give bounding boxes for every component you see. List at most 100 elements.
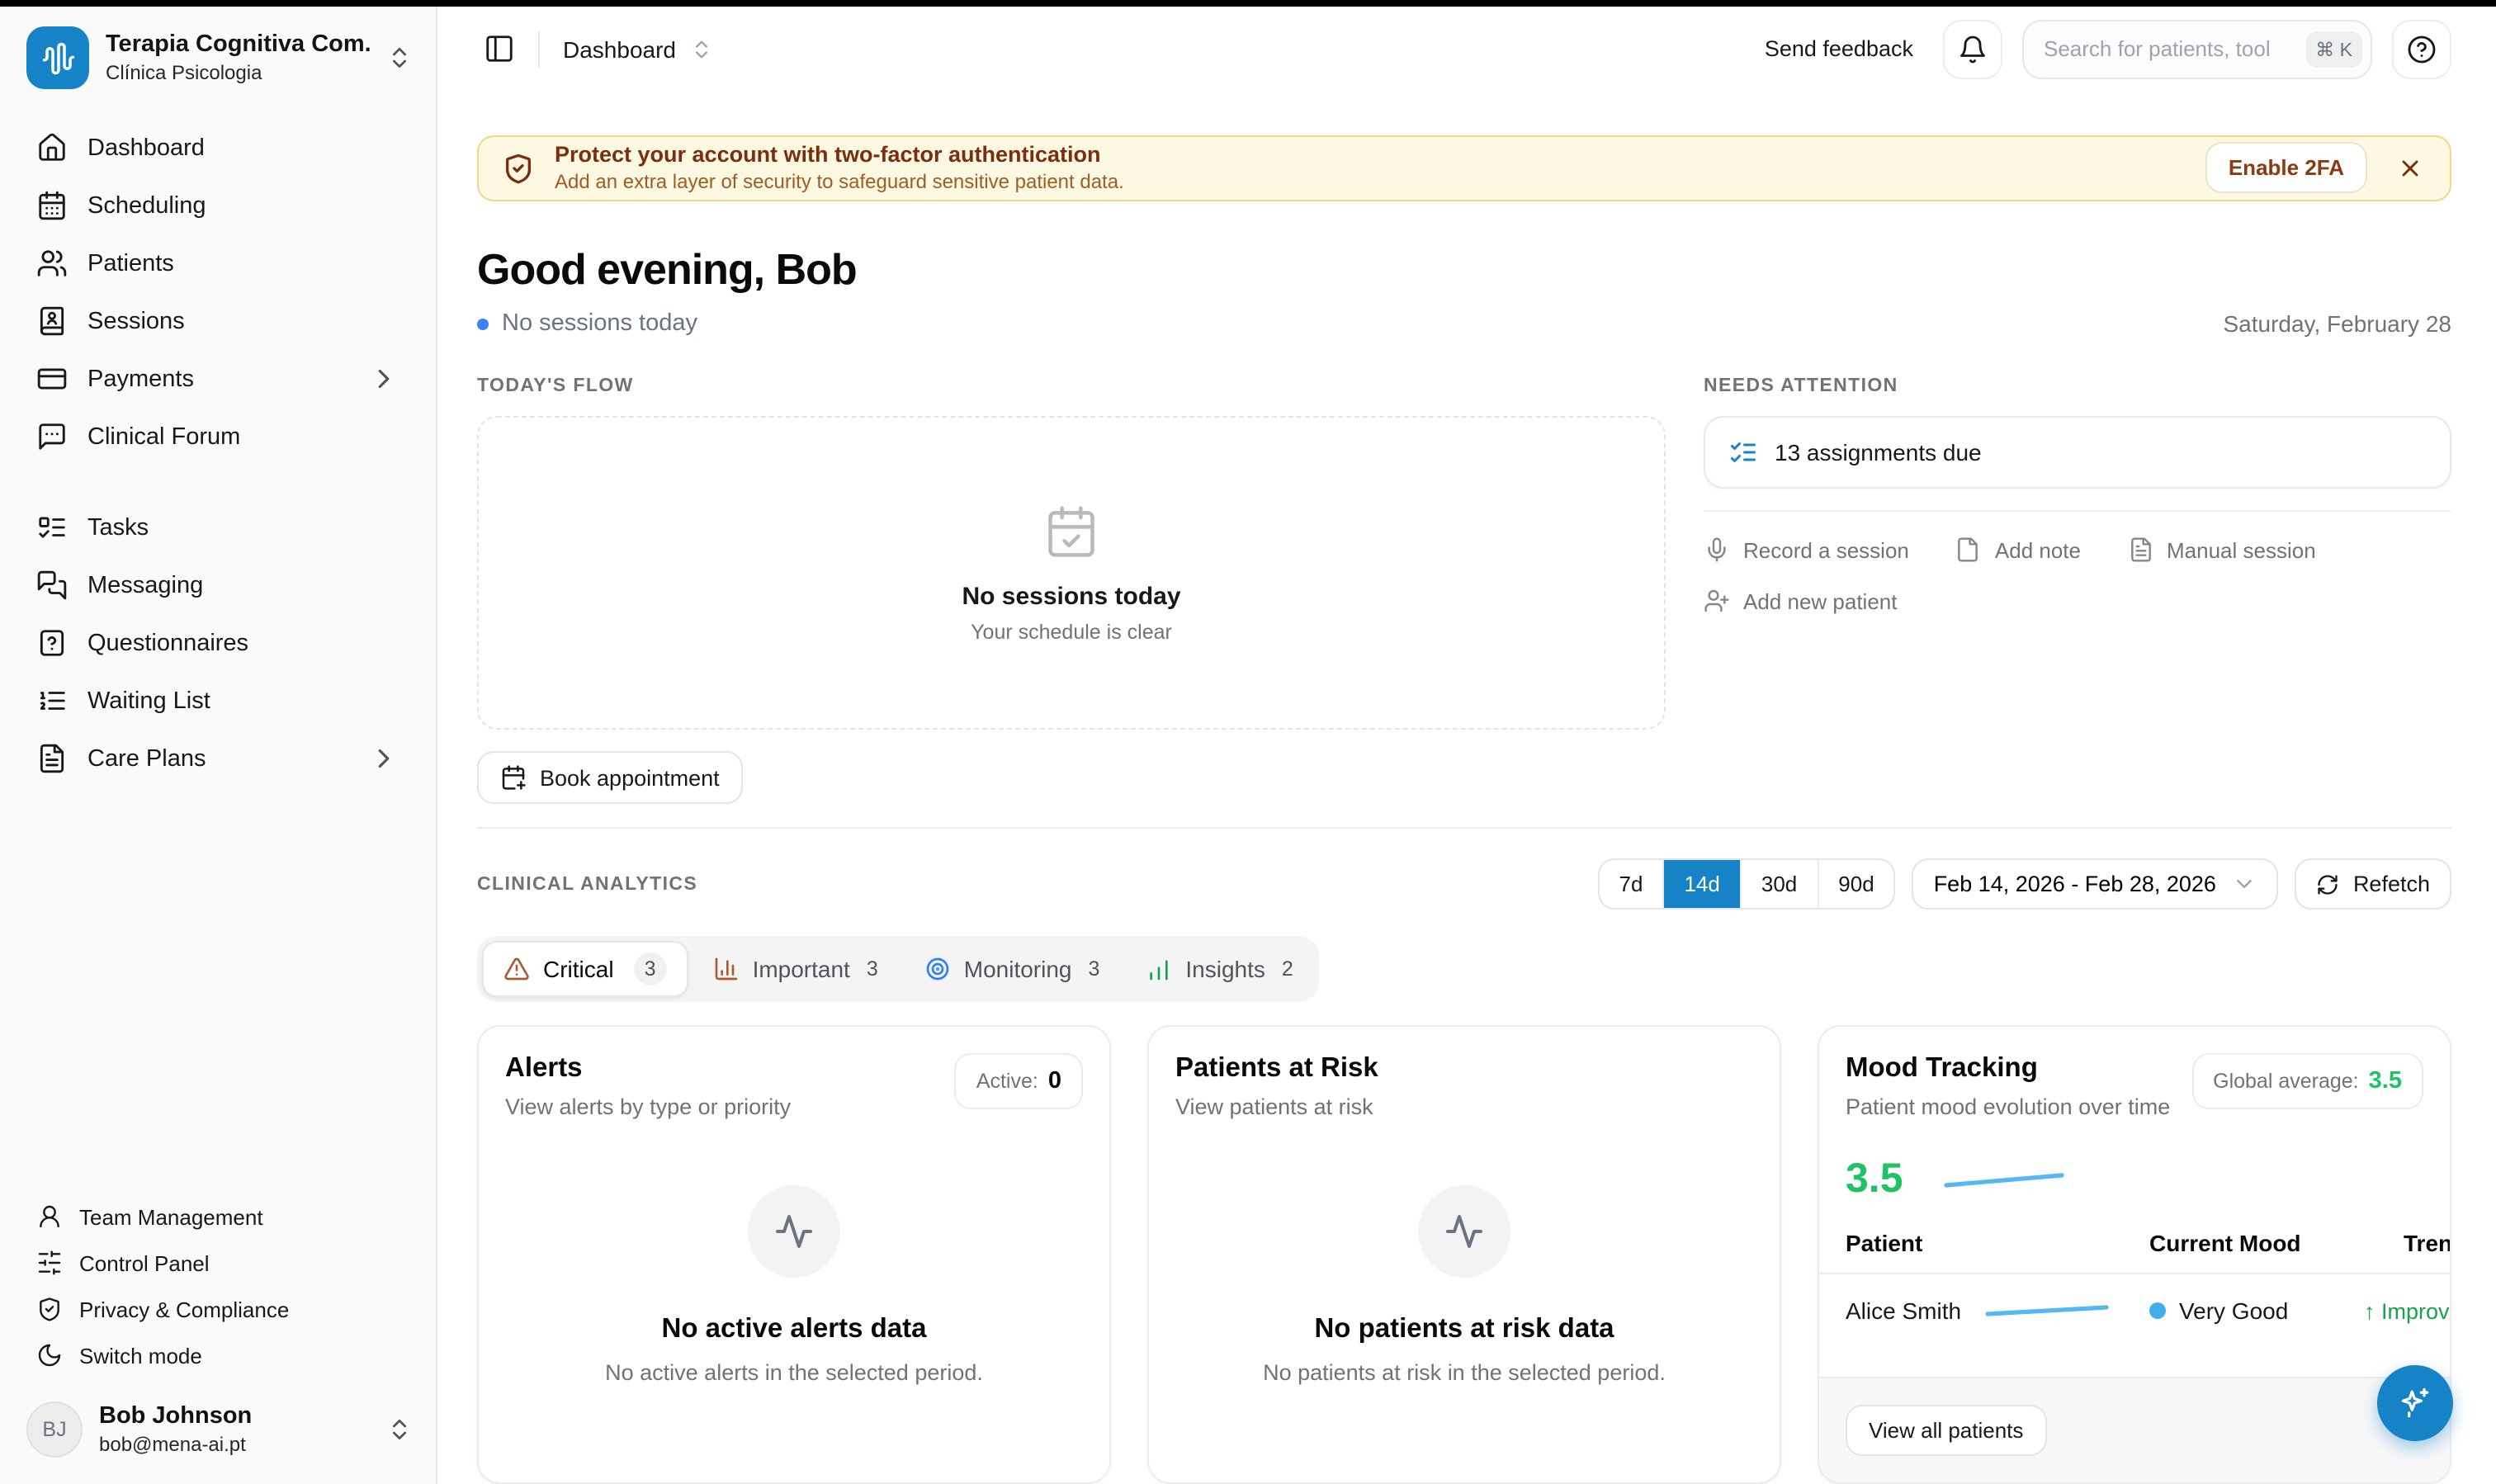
sidebar-item-label: Team Management: [79, 1204, 263, 1229]
manual-session-button[interactable]: Manual session: [2127, 536, 2316, 563]
view-all-patients-button[interactable]: View all patients: [1846, 1405, 2046, 1456]
mood-card-header: Mood Tracking Patient mood evolution ove…: [1819, 1027, 2450, 1119]
sidebar-item-patients[interactable]: Patients: [20, 234, 416, 292]
add-new-patient-label: Add new patient: [1743, 588, 1897, 613]
range-7d-button[interactable]: 7d: [1600, 860, 1665, 908]
sidebar-item-control-panel[interactable]: Control Panel: [20, 1240, 416, 1286]
book-appointment-button[interactable]: Book appointment: [477, 751, 743, 804]
record-session-button[interactable]: Record a session: [1704, 536, 1909, 563]
banner-text: Protect your account with two-factor aut…: [555, 143, 1124, 194]
mood-table-divider: [1819, 1273, 2450, 1274]
notifications-button[interactable]: [1943, 20, 2002, 79]
sidebar-item-privacy-compliance[interactable]: Privacy & Compliance: [20, 1286, 416, 1332]
org-name: Terapia Cognitiva Com...: [106, 31, 370, 58]
page-title: Good evening, Bob: [477, 244, 2451, 295]
status-dot: [477, 318, 489, 329]
sidebar-item-care-plans[interactable]: Care Plans: [20, 730, 416, 787]
alerts-card-header: Alerts View alerts by type or priority A…: [479, 1027, 1109, 1119]
range-14d-button[interactable]: 14d: [1664, 860, 1741, 908]
status-text: No sessions today: [502, 310, 697, 337]
mood-table: Patient Current Mood Trend Alice Smith: [1819, 1230, 2450, 1324]
alerts-empty-state: No active alerts data No active alerts i…: [479, 1185, 1109, 1385]
banner-subtitle: Add an extra layer of security to safegu…: [555, 171, 1124, 194]
mood-table-row[interactable]: Alice Smith Very Good ↑ Improving: [1819, 1297, 2450, 1324]
shield-check-icon: [36, 1296, 63, 1322]
manual-session-label: Manual session: [2167, 537, 2316, 562]
sidebar-item-questionnaires[interactable]: Questionnaires: [20, 614, 416, 672]
range-90d-button[interactable]: 90d: [1818, 860, 1893, 908]
sidebar-item-team-management[interactable]: Team Management: [20, 1193, 416, 1240]
add-note-label: Add note: [1995, 537, 2081, 562]
sidebar-item-waiting-list[interactable]: Waiting List: [20, 672, 416, 730]
sidebar-item-payments[interactable]: Payments: [20, 350, 416, 408]
section-divider: [477, 827, 2451, 829]
empty-schedule-box: No sessions today Your schedule is clear: [477, 416, 1666, 730]
user-menu[interactable]: BJ Bob Johnson bob@mena-ai.pt: [0, 1385, 436, 1484]
mood-card-subtitle: Patient mood evolution over time: [1846, 1094, 2170, 1119]
sidebar-item-tasks[interactable]: Tasks: [20, 499, 416, 556]
sidebar-item-label: Control Panel: [79, 1250, 210, 1275]
mood-tracking-card: Mood Tracking Patient mood evolution ove…: [1818, 1025, 2451, 1484]
tab-monitoring[interactable]: Monitoring 3: [903, 941, 1122, 997]
add-new-patient-button[interactable]: Add new patient: [1704, 588, 1897, 614]
ai-assistant-fab[interactable]: [2377, 1365, 2453, 1441]
sidebar-item-sessions[interactable]: Sessions: [20, 292, 416, 350]
sidebar-item-dashboard[interactable]: Dashboard: [20, 119, 416, 177]
sidebar-item-clinical-forum[interactable]: Clinical Forum: [20, 408, 416, 466]
file-icon: [1955, 536, 1982, 563]
sidebar-nav-main: Dashboard Scheduling Patients Sessions P…: [0, 112, 436, 466]
todays-flow-label: TODAY'S FLOW: [477, 376, 1666, 396]
sidebar-item-label: Payments: [87, 366, 194, 392]
date-range-select[interactable]: Feb 14, 2026 - Feb 28, 2026: [1912, 858, 2279, 910]
assignments-due-card[interactable]: 13 assignments due: [1704, 416, 2451, 489]
sidebar-item-messaging[interactable]: Messaging: [20, 556, 416, 614]
add-note-button[interactable]: Add note: [1955, 536, 2081, 563]
breadcrumb-label: Dashboard: [563, 36, 676, 63]
list-checks-icon: [1728, 437, 1758, 467]
list-ordered-icon: [36, 685, 68, 716]
column-trend: Trend: [2364, 1230, 2450, 1256]
active-alerts-badge: Active: 0: [955, 1053, 1083, 1109]
sidebar-toggle-button[interactable]: [477, 27, 522, 72]
badge-label: Active:: [976, 1070, 1038, 1093]
help-button[interactable]: [2392, 20, 2451, 79]
alerts-empty-subtitle: No active alerts in the selected period.: [605, 1360, 983, 1385]
refetch-label: Refetch: [2353, 872, 2430, 896]
file-text-icon: [2127, 536, 2153, 563]
search-box[interactable]: ⌘ K: [2022, 20, 2372, 79]
alerts-card: Alerts View alerts by type or priority A…: [477, 1025, 1111, 1484]
range-30d-button[interactable]: 30d: [1742, 860, 1818, 908]
risk-card-titles: Patients at Risk View patients at risk: [1175, 1053, 1378, 1119]
tab-critical[interactable]: Critical 3: [482, 941, 688, 997]
mood-score-row: 3.5: [1819, 1119, 2450, 1203]
tab-important-label: Important: [753, 956, 850, 982]
breadcrumb[interactable]: Dashboard: [563, 36, 712, 63]
mood-card-titles: Mood Tracking Patient mood evolution ove…: [1846, 1053, 2170, 1119]
todays-flow-section: TODAY'S FLOW No sessions today Your sche…: [477, 376, 1666, 804]
sidebar-item-scheduling[interactable]: Scheduling: [20, 177, 416, 234]
attention-divider: [1704, 510, 2451, 512]
tab-important[interactable]: Important 3: [692, 941, 900, 997]
search-input[interactable]: [2044, 37, 2295, 62]
user-round-icon: [36, 1203, 63, 1230]
sidebar-item-switch-mode[interactable]: Switch mode: [20, 1332, 416, 1378]
sidebar-item-label: Waiting List: [87, 688, 210, 714]
empty-schedule-subtitle: Your schedule is clear: [971, 620, 1172, 643]
org-switcher[interactable]: Terapia Cognitiva Com... Clínica Psicolo…: [0, 7, 436, 102]
trend-cell: ↑ Improving: [2364, 1298, 2450, 1323]
tab-insights[interactable]: Insights 2: [1124, 941, 1314, 997]
risk-empty-subtitle: No patients at risk in the selected peri…: [1263, 1360, 1666, 1385]
sidebar-item-label: Tasks: [87, 514, 149, 541]
clinical-analytics-label: CLINICAL ANALYTICS: [477, 874, 697, 894]
banner-close-button[interactable]: [2394, 152, 2427, 185]
mic-icon: [1704, 536, 1730, 563]
sidebar-item-label: Scheduling: [87, 192, 206, 219]
close-icon: [2397, 155, 2423, 182]
mood-value: Very Good: [2179, 1297, 2288, 1324]
needs-attention-section: NEEDS ATTENTION 13 assignments due Recor…: [1704, 376, 2451, 804]
enable-2fa-button[interactable]: Enable 2FA: [2205, 143, 2367, 194]
send-feedback-button[interactable]: Send feedback: [1765, 37, 1913, 62]
book-row: Book appointment: [477, 751, 1666, 804]
refetch-button[interactable]: Refetch: [2295, 858, 2451, 910]
avatar: BJ: [26, 1401, 83, 1458]
